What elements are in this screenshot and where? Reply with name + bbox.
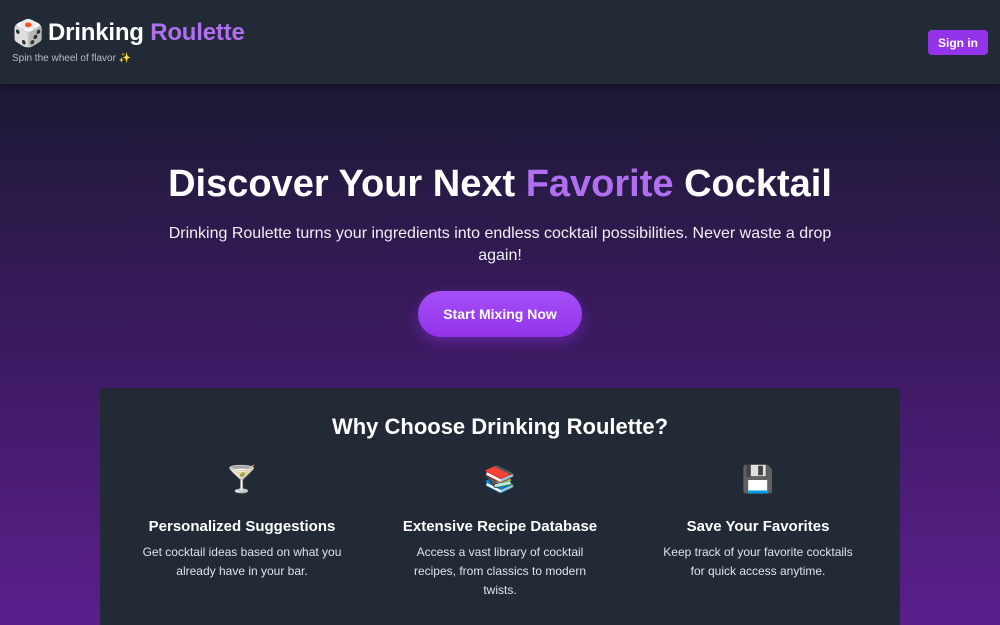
brand-title-accent: Roulette: [150, 19, 245, 46]
feature-card-database: 📚 Extensive Recipe Database Access a vas…: [380, 462, 620, 600]
brand-row: 🎲 Drinking Roulette: [12, 18, 245, 48]
feature-title: Extensive Recipe Database: [402, 518, 598, 535]
hero-subtitle: Drinking Roulette turns your ingredients…: [168, 225, 832, 264]
hero-title-before: Discover Your Next: [168, 163, 526, 205]
feature-title: Save Your Favorites: [686, 518, 830, 535]
brand[interactable]: 🎲 Drinking Roulette Spin the wheel of fl…: [12, 18, 245, 65]
features-title: Why Choose Drinking Roulette?: [331, 414, 669, 439]
hero-title-accent: Favorite: [525, 163, 674, 205]
hero-title-after: Cocktail: [673, 163, 832, 205]
top-nav-bar: 🎲 Drinking Roulette Spin the wheel of fl…: [0, 0, 1000, 84]
floppy-disk-icon: 💾: [741, 464, 775, 494]
feature-description: Keep track of your favorite cocktails fo…: [663, 545, 853, 578]
brand-title: Drinking Roulette: [48, 18, 245, 48]
feature-title: Personalized Suggestions: [148, 518, 336, 535]
feature-description: Get cocktail ideas based on what you alr…: [142, 545, 342, 578]
features-panel: Why Choose Drinking Roulette? 🍸 Personal…: [100, 388, 900, 625]
feature-card-favorites: 💾 Save Your Favorites Keep track of your…: [638, 462, 878, 581]
sign-in-button[interactable]: Sign in: [928, 30, 988, 55]
feature-card-personalized: 🍸 Personalized Suggestions Get cocktail …: [122, 462, 362, 581]
brand-title-main: Drinking: [48, 19, 151, 46]
dice-icon: 🎲: [12, 18, 45, 48]
cocktail-glass-icon: 🍸: [225, 464, 259, 494]
hero-title: Discover Your Next Favorite Cocktail: [0, 160, 1000, 208]
feature-description: Access a vast library of cocktail recipe…: [413, 545, 587, 597]
books-icon: 📚: [483, 464, 517, 494]
tagline: Spin the wheel of flavor ✨: [12, 53, 132, 64]
start-mixing-button[interactable]: Start Mixing Now: [418, 291, 582, 337]
